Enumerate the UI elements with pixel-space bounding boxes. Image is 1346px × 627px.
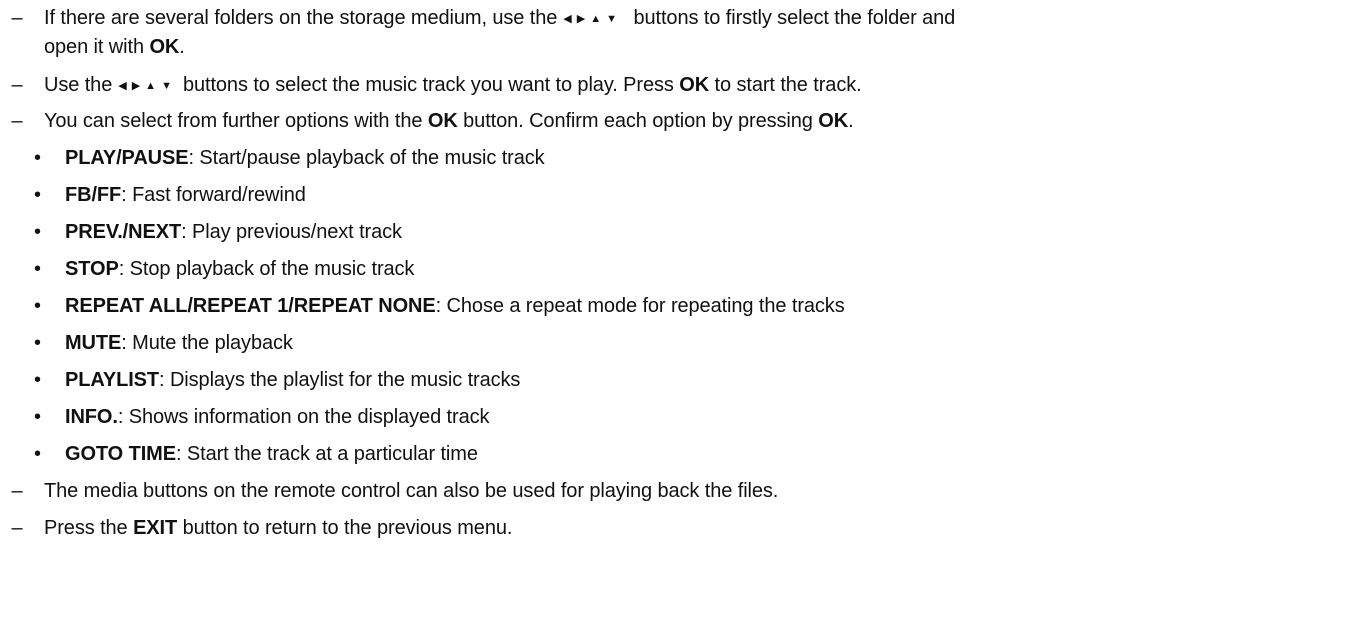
triangle-down-icon: ▼	[606, 13, 622, 25]
navigation-arrows-icon: ◀▶▲▼	[563, 5, 622, 33]
option-key-label: FB/FF	[65, 184, 122, 206]
dash-marker: –	[11, 517, 23, 539]
bullet-marker: •	[34, 443, 41, 465]
bullet-marker: •	[34, 295, 41, 317]
option-description: : Start/pause playback of the music trac…	[188, 147, 545, 169]
dash-marker: –	[11, 480, 23, 502]
triangle-up-icon: ▲	[590, 13, 607, 25]
triangle-down-icon: ▼	[161, 80, 177, 92]
manual-page: – If there are several folders on the st…	[0, 0, 1346, 627]
triangle-right-icon: ▶	[576, 13, 591, 25]
option-description: : Start the track at a particular time	[175, 443, 478, 465]
option-description: : Mute the playback	[121, 332, 293, 354]
instruction-text: Press the EXIT button to return to the p…	[44, 517, 513, 539]
option-key-label: INFO.	[65, 406, 118, 428]
option-description: : Stop playback of the music track	[118, 258, 415, 280]
option-description: : Shows information on the displayed tra…	[117, 406, 490, 428]
dash-marker: –	[11, 74, 23, 96]
triangle-up-icon: ▲	[145, 80, 162, 92]
exit-key-label: EXIT	[133, 517, 178, 539]
bullet-marker: •	[34, 147, 41, 169]
instruction-text: The media buttons on the remote control …	[44, 480, 779, 502]
bullet-marker: •	[34, 184, 41, 206]
option-key-label: GOTO TIME	[65, 443, 176, 465]
option-key-label: PLAY/PAUSE	[65, 147, 189, 169]
ok-key-label: OK	[427, 110, 458, 132]
instruction-text: open it with OK.	[44, 36, 185, 58]
option-key-label: REPEAT ALL/REPEAT 1/REPEAT NONE	[65, 295, 436, 317]
bullet-marker: •	[34, 406, 41, 428]
bullet-marker: •	[34, 258, 41, 280]
option-description: : Chose a repeat mode for repeating the …	[435, 295, 845, 317]
option-key-label: PREV./NEXT	[65, 221, 182, 243]
navigation-arrows-icon: ◀▶▲▼	[118, 72, 177, 100]
ok-key-label: OK	[679, 74, 710, 96]
option-description: : Fast forward/rewind	[121, 184, 306, 206]
ok-key-label: OK	[149, 36, 180, 58]
triangle-left-icon: ◀	[118, 80, 132, 92]
instruction-text: You can select from further options with…	[44, 110, 854, 132]
bullet-marker: •	[34, 369, 41, 391]
bullet-marker: •	[34, 332, 41, 354]
dash-marker: –	[11, 7, 23, 29]
triangle-right-icon: ▶	[131, 80, 146, 92]
instruction-text: Use the ◀▶▲▼ buttons to select the music t…	[44, 71, 862, 100]
option-description: : Play previous/next track	[181, 221, 402, 243]
instruction-text: If there are several folders on the stor…	[44, 4, 955, 33]
option-description: : Displays the playlist for the music tr…	[159, 369, 521, 391]
bullet-marker: •	[34, 221, 41, 243]
option-key-label: STOP	[65, 258, 119, 280]
ok-key-label: OK	[818, 110, 849, 132]
option-key-label: PLAYLIST	[65, 369, 160, 391]
dash-marker: –	[11, 110, 23, 132]
option-key-label: MUTE	[65, 332, 122, 354]
triangle-left-icon: ◀	[563, 13, 577, 25]
